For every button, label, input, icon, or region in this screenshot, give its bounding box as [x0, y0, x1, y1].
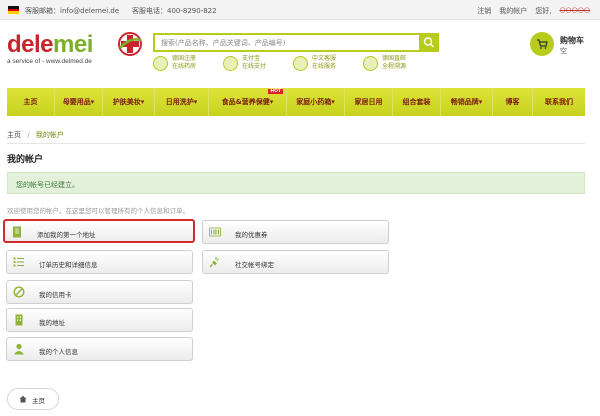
list-icon	[13, 257, 24, 267]
cart-status: 空	[560, 47, 567, 55]
contact-phone: 客服电话：400-8290-822	[132, 7, 217, 15]
chat-icon	[293, 55, 308, 71]
back-home-button[interactable]: 主页	[7, 388, 59, 410]
cart-icon	[530, 32, 554, 56]
feature-direct-mail: 德国直邮 全程溯源	[363, 55, 406, 71]
alert-message: 您的帐号已经建立。	[16, 181, 79, 189]
logo-subtitle: a service of - www.delmed.de	[7, 58, 92, 65]
top-bar: 客服邮箱：info@delemei.de 客服电话：400-8290-822 注…	[0, 0, 600, 20]
order-history-label: 订单历史和详细信息	[39, 261, 98, 269]
logo-text-red: dele	[7, 31, 54, 58]
user-icon	[14, 343, 24, 355]
feature-registered-pharmacy: 德国注册 在线药房	[153, 55, 196, 71]
personal-info-button[interactable]: 我的个人信息	[6, 337, 193, 361]
main-navigation: 主页 母婴用品▾ 护肤美妆▾ 日用洗护▾ 食品&营养保健▾ HOT 家庭小药箱▾ …	[7, 88, 585, 116]
divider	[7, 143, 585, 144]
germany-flag-icon	[8, 6, 19, 15]
social-account-button[interactable]: 社交帐号绑定	[202, 250, 389, 274]
logout-link[interactable]: 注销	[477, 6, 491, 16]
feature-alipay: 支付宝 在线支付	[223, 55, 266, 71]
hot-badge: HOT	[268, 89, 283, 94]
contact-email: 客服邮箱：info@delemei.de	[25, 7, 120, 15]
nav-item-skincare[interactable]: 护肤美妆▾	[103, 88, 155, 116]
my-addresses-button[interactable]: 我的地址	[6, 308, 193, 332]
username[interactable]: ○○○○○	[559, 6, 590, 16]
search-input[interactable]: 搜索(产品名称、产品关键词、产品编号)	[161, 38, 285, 48]
nav-item-contact[interactable]: 联系我们	[533, 88, 585, 116]
pharmacy-icon	[153, 55, 168, 71]
my-addresses-label: 我的地址	[39, 319, 65, 327]
ban-icon	[13, 286, 25, 298]
alipay-icon	[223, 55, 238, 71]
credit-card-label: 我的信用卡	[39, 291, 72, 299]
barcode-icon	[209, 227, 221, 237]
nav-item-brands[interactable]: 畅销品牌▾	[441, 88, 493, 116]
medical-cross-logo-icon	[118, 32, 142, 56]
nav-item-blog[interactable]: 博客	[493, 88, 533, 116]
plug-icon	[209, 257, 219, 268]
shopping-cart[interactable]: 购物车 空	[530, 32, 596, 62]
cart-title: 购物车	[560, 36, 584, 45]
social-account-label: 社交帐号绑定	[235, 261, 274, 269]
top-bar-links: 注销 我的帐户 您好, ○○○○○	[477, 6, 590, 16]
breadcrumb: 主页 / 我的帐户	[7, 130, 64, 140]
nav-item-baby[interactable]: 母婴用品▾	[55, 88, 103, 116]
greeting-text: 您好,	[535, 7, 552, 15]
my-coupons-button[interactable]: 我的优惠券	[202, 220, 389, 244]
back-home-label: 主页	[32, 397, 45, 405]
logo-text-green: mei	[53, 31, 93, 58]
nav-item-food-health[interactable]: 食品&营养保健▾ HOT	[209, 88, 287, 116]
address-book-icon	[13, 226, 21, 238]
search-box[interactable]: 搜索(产品名称、产品关键词、产品编号)	[153, 33, 439, 52]
feature-chinese-service: 中文客服 在线服务	[293, 55, 336, 71]
home-icon	[19, 395, 27, 403]
credit-card-button[interactable]: 我的信用卡	[6, 280, 193, 304]
breadcrumb-separator: /	[27, 131, 30, 139]
my-coupons-label: 我的优惠券	[235, 231, 268, 239]
page-title: 我的帐户	[7, 155, 44, 165]
shipping-icon	[363, 55, 378, 71]
nav-item-medicine[interactable]: 家庭小药箱▾	[287, 88, 345, 116]
welcome-text: 欢迎使用您的帐户。在这里您可以管理所有的个人信息和订单。	[7, 207, 189, 215]
order-history-button[interactable]: 订单历史和详细信息	[6, 250, 193, 274]
my-account-link[interactable]: 我的帐户	[499, 6, 527, 16]
breadcrumb-current: 我的帐户	[35, 131, 64, 139]
success-alert: 您的帐号已经建立。	[7, 172, 585, 194]
search-button[interactable]	[419, 33, 439, 52]
site-logo[interactable]: delemei a service of - www.delmed.de	[7, 31, 147, 73]
service-features: 德国注册 在线药房 支付宝 在线支付 中文客服 在线服务 德国直邮 全程溯源	[153, 55, 453, 77]
add-first-address-button[interactable]: 添加我的第一个地址	[3, 219, 195, 243]
nav-item-daily-care[interactable]: 日用洗护▾	[155, 88, 209, 116]
nav-item-household[interactable]: 家居日用	[345, 88, 393, 116]
breadcrumb-home-link[interactable]: 主页	[7, 131, 21, 139]
search-icon	[423, 37, 435, 48]
nav-item-home[interactable]: 主页	[7, 88, 55, 116]
add-first-address-label: 添加我的第一个地址	[37, 231, 96, 239]
personal-info-label: 我的个人信息	[39, 348, 78, 356]
nav-item-bundles[interactable]: 组合套装	[393, 88, 441, 116]
building-icon	[15, 314, 23, 326]
